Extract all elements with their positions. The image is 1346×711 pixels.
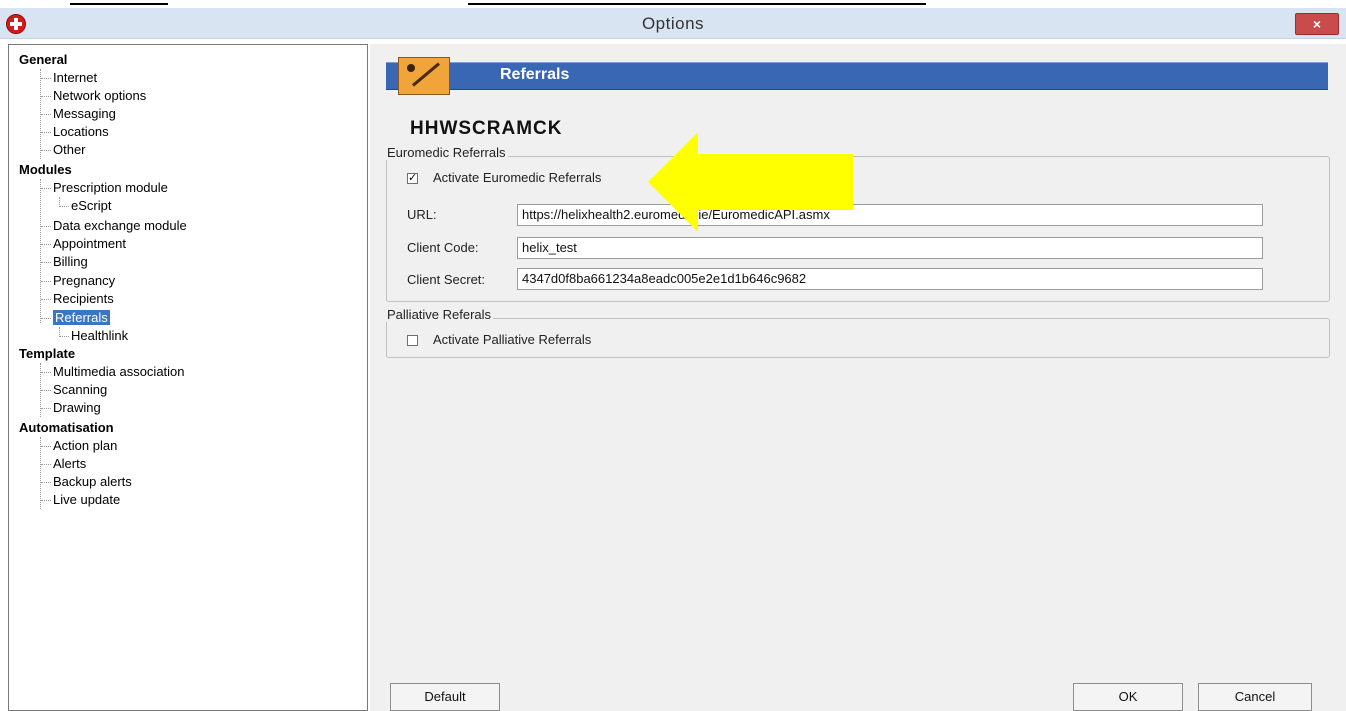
tree-item-pregnancy[interactable]: Pregnancy	[41, 272, 115, 290]
euromedic-group-legend: Euromedic Referrals	[385, 145, 508, 160]
settings-panel: Referrals HHWSCRAMCK Euromedic Referrals…	[370, 44, 1346, 711]
referrals-tools-icon	[398, 57, 450, 95]
cancel-button[interactable]: Cancel	[1198, 683, 1312, 711]
close-button[interactable]: ×	[1295, 13, 1339, 35]
tree-category-automatisation[interactable]: Automatisation	[19, 419, 114, 437]
tree-item-locations[interactable]: Locations	[41, 123, 109, 141]
euromedic-referrals-group: Euromedic Referrals ✓ Activate Euromedic…	[385, 145, 1330, 302]
cropped-underline	[70, 3, 168, 5]
tree-category-template[interactable]: Template	[19, 345, 75, 363]
client-secret-field[interactable]: 4347d0f8ba661234a8eadc005e2e1d1b646c9682	[517, 268, 1263, 290]
tree-item-multimedia-association[interactable]: Multimedia association	[41, 363, 185, 381]
palliative-referrals-group: Palliative Referals Activate Palliative …	[385, 307, 1330, 358]
tree-item-messaging[interactable]: Messaging	[41, 105, 116, 123]
client-secret-label: Client Secret:	[407, 272, 486, 287]
client-code-label: Client Code:	[407, 240, 479, 255]
section-header-title: Referrals	[500, 66, 570, 83]
tree-item-backup-alerts[interactable]: Backup alerts	[41, 473, 132, 491]
tree-item-alerts[interactable]: Alerts	[41, 455, 86, 473]
section-header: Referrals	[386, 57, 1328, 95]
ok-button[interactable]: OK	[1073, 683, 1183, 711]
client-code-field[interactable]: helix_test	[517, 237, 1263, 259]
palliative-group-legend: Palliative Referals	[385, 307, 494, 322]
title-bar: Options ×	[0, 8, 1346, 39]
tree-item-recipients[interactable]: Recipients	[41, 290, 114, 308]
tree-item-live-update[interactable]: Live update	[41, 491, 120, 509]
tree-item-escript[interactable]: eScript	[59, 197, 111, 215]
activate-euromedic-checkbox[interactable]: ✓	[407, 173, 418, 184]
default-button[interactable]: Default	[390, 683, 500, 711]
tree-item-data-exchange-module[interactable]: Data exchange module	[41, 217, 187, 235]
url-field[interactable]: https://helixhealth2.euromedic.ie/Eurome…	[517, 204, 1263, 226]
tree-item-healthlink[interactable]: Healthlink	[59, 327, 128, 345]
activate-euromedic-label: Activate Euromedic Referrals	[433, 170, 602, 185]
tree-item-prescription-module[interactable]: Prescription module	[41, 179, 168, 197]
tree-category-modules[interactable]: Modules	[19, 161, 72, 179]
tree-item-scanning[interactable]: Scanning	[41, 381, 107, 399]
tree-item-appointment[interactable]: Appointment	[41, 235, 126, 253]
cropped-top-strip	[0, 0, 1346, 7]
highlight-arrow-annotation	[648, 132, 853, 232]
tree-item-action-plan[interactable]: Action plan	[41, 437, 117, 455]
tree-item-billing[interactable]: Billing	[41, 253, 88, 271]
tree-connector	[40, 437, 41, 509]
activate-palliative-checkbox[interactable]	[407, 335, 418, 346]
tree-item-internet[interactable]: Internet	[41, 69, 97, 87]
arrow-shape	[648, 132, 853, 232]
tree-item-referrals[interactable]: Referrals	[41, 309, 110, 327]
window-title: Options	[641, 14, 705, 33]
practice-code: HHWSCRAMCK	[410, 118, 563, 139]
url-label: URL:	[407, 207, 437, 222]
activate-palliative-label: Activate Palliative Referrals	[433, 332, 592, 347]
cropped-underline	[468, 3, 926, 5]
tree-item-drawing[interactable]: Drawing	[41, 399, 101, 417]
tree-item-network-options[interactable]: Network options	[41, 87, 146, 105]
options-tree: General Internet Network options Messagi…	[8, 44, 368, 711]
tree-category-general[interactable]: General	[19, 51, 67, 69]
tree-connector	[40, 179, 41, 323]
tree-item-other[interactable]: Other	[41, 141, 86, 159]
